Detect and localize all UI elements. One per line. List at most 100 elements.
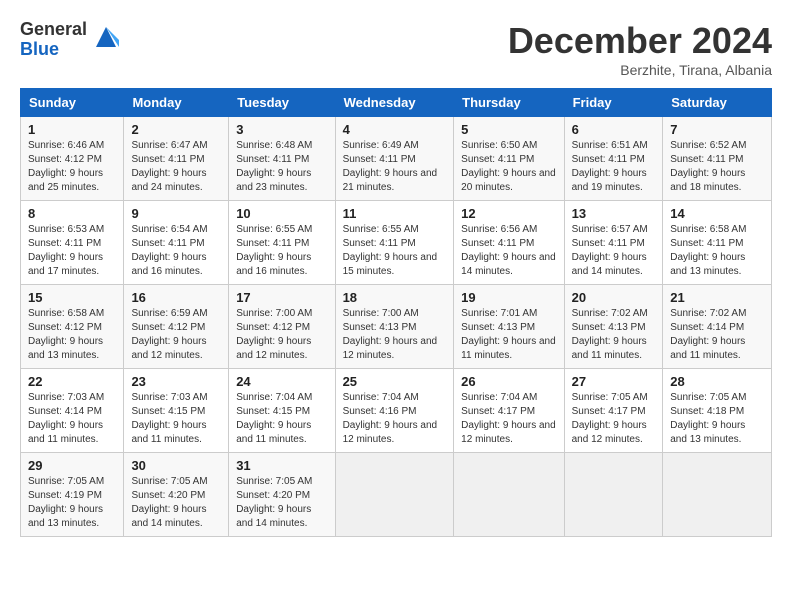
day-number: 27 [572, 374, 656, 389]
day-number: 11 [343, 206, 447, 221]
day-number: 25 [343, 374, 447, 389]
weekday-header: Wednesday [335, 89, 454, 117]
day-info: Sunrise: 6:57 AMSunset: 4:11 PMDaylight:… [572, 224, 648, 277]
day-number: 21 [670, 290, 764, 305]
day-info: Sunrise: 6:54 AMSunset: 4:11 PMDaylight:… [131, 224, 207, 277]
calendar-cell: 23 Sunrise: 7:03 AMSunset: 4:15 PMDaylig… [124, 369, 229, 453]
weekday-header: Monday [124, 89, 229, 117]
calendar-week-row: 8 Sunrise: 6:53 AMSunset: 4:11 PMDayligh… [21, 201, 772, 285]
day-info: Sunrise: 7:04 AMSunset: 4:17 PMDaylight:… [461, 392, 556, 445]
day-info: Sunrise: 6:48 AMSunset: 4:11 PMDaylight:… [236, 140, 312, 193]
day-info: Sunrise: 7:03 AMSunset: 4:15 PMDaylight:… [131, 392, 207, 445]
day-number: 7 [670, 122, 764, 137]
day-info: Sunrise: 6:50 AMSunset: 4:11 PMDaylight:… [461, 140, 556, 193]
day-number: 15 [28, 290, 116, 305]
day-number: 13 [572, 206, 656, 221]
calendar-cell [454, 453, 564, 537]
calendar-cell: 10 Sunrise: 6:55 AMSunset: 4:11 PMDaylig… [229, 201, 335, 285]
calendar-table: SundayMondayTuesdayWednesdayThursdayFrid… [20, 88, 772, 537]
weekday-header-row: SundayMondayTuesdayWednesdayThursdayFrid… [21, 89, 772, 117]
calendar-cell: 30 Sunrise: 7:05 AMSunset: 4:20 PMDaylig… [124, 453, 229, 537]
calendar-cell: 15 Sunrise: 6:58 AMSunset: 4:12 PMDaylig… [21, 285, 124, 369]
logo-icon [91, 22, 121, 52]
day-info: Sunrise: 7:00 AMSunset: 4:13 PMDaylight:… [343, 308, 438, 361]
day-info: Sunrise: 7:04 AMSunset: 4:16 PMDaylight:… [343, 392, 438, 445]
location-subtitle: Berzhite, Tirana, Albania [508, 62, 772, 78]
day-info: Sunrise: 6:58 AMSunset: 4:11 PMDaylight:… [670, 224, 746, 277]
day-number: 8 [28, 206, 116, 221]
title-block: December 2024 Berzhite, Tirana, Albania [508, 20, 772, 78]
day-info: Sunrise: 7:05 AMSunset: 4:17 PMDaylight:… [572, 392, 648, 445]
day-info: Sunrise: 6:47 AMSunset: 4:11 PMDaylight:… [131, 140, 207, 193]
calendar-week-row: 1 Sunrise: 6:46 AMSunset: 4:12 PMDayligh… [21, 117, 772, 201]
day-number: 23 [131, 374, 221, 389]
day-number: 17 [236, 290, 327, 305]
calendar-cell: 21 Sunrise: 7:02 AMSunset: 4:14 PMDaylig… [663, 285, 772, 369]
calendar-cell: 22 Sunrise: 7:03 AMSunset: 4:14 PMDaylig… [21, 369, 124, 453]
day-number: 26 [461, 374, 556, 389]
calendar-cell: 16 Sunrise: 6:59 AMSunset: 4:12 PMDaylig… [124, 285, 229, 369]
calendar-cell: 24 Sunrise: 7:04 AMSunset: 4:15 PMDaylig… [229, 369, 335, 453]
day-info: Sunrise: 6:51 AMSunset: 4:11 PMDaylight:… [572, 140, 648, 193]
calendar-cell: 12 Sunrise: 6:56 AMSunset: 4:11 PMDaylig… [454, 201, 564, 285]
day-number: 18 [343, 290, 447, 305]
day-number: 22 [28, 374, 116, 389]
day-info: Sunrise: 7:01 AMSunset: 4:13 PMDaylight:… [461, 308, 556, 361]
day-number: 5 [461, 122, 556, 137]
day-number: 31 [236, 458, 327, 473]
calendar-cell: 25 Sunrise: 7:04 AMSunset: 4:16 PMDaylig… [335, 369, 454, 453]
day-number: 9 [131, 206, 221, 221]
day-number: 1 [28, 122, 116, 137]
day-info: Sunrise: 6:49 AMSunset: 4:11 PMDaylight:… [343, 140, 438, 193]
calendar-cell: 11 Sunrise: 6:55 AMSunset: 4:11 PMDaylig… [335, 201, 454, 285]
weekday-header: Tuesday [229, 89, 335, 117]
day-number: 14 [670, 206, 764, 221]
weekday-header: Sunday [21, 89, 124, 117]
day-info: Sunrise: 7:00 AMSunset: 4:12 PMDaylight:… [236, 308, 312, 361]
day-info: Sunrise: 6:46 AMSunset: 4:12 PMDaylight:… [28, 140, 104, 193]
day-info: Sunrise: 7:05 AMSunset: 4:19 PMDaylight:… [28, 476, 104, 529]
page-header: General Blue December 2024 Berzhite, Tir… [20, 20, 772, 78]
calendar-cell: 19 Sunrise: 7:01 AMSunset: 4:13 PMDaylig… [454, 285, 564, 369]
day-info: Sunrise: 6:55 AMSunset: 4:11 PMDaylight:… [236, 224, 312, 277]
calendar-cell [663, 453, 772, 537]
calendar-cell [335, 453, 454, 537]
calendar-cell: 6 Sunrise: 6:51 AMSunset: 4:11 PMDayligh… [564, 117, 663, 201]
calendar-cell: 18 Sunrise: 7:00 AMSunset: 4:13 PMDaylig… [335, 285, 454, 369]
day-info: Sunrise: 7:03 AMSunset: 4:14 PMDaylight:… [28, 392, 104, 445]
calendar-cell: 13 Sunrise: 6:57 AMSunset: 4:11 PMDaylig… [564, 201, 663, 285]
day-info: Sunrise: 6:58 AMSunset: 4:12 PMDaylight:… [28, 308, 104, 361]
day-number: 4 [343, 122, 447, 137]
calendar-cell: 7 Sunrise: 6:52 AMSunset: 4:11 PMDayligh… [663, 117, 772, 201]
calendar-week-row: 29 Sunrise: 7:05 AMSunset: 4:19 PMDaylig… [21, 453, 772, 537]
day-number: 24 [236, 374, 327, 389]
day-number: 10 [236, 206, 327, 221]
day-info: Sunrise: 6:56 AMSunset: 4:11 PMDaylight:… [461, 224, 556, 277]
day-info: Sunrise: 6:59 AMSunset: 4:12 PMDaylight:… [131, 308, 207, 361]
calendar-cell: 27 Sunrise: 7:05 AMSunset: 4:17 PMDaylig… [564, 369, 663, 453]
day-number: 16 [131, 290, 221, 305]
day-number: 28 [670, 374, 764, 389]
day-number: 19 [461, 290, 556, 305]
day-number: 20 [572, 290, 656, 305]
day-info: Sunrise: 7:05 AMSunset: 4:20 PMDaylight:… [131, 476, 207, 529]
day-info: Sunrise: 6:55 AMSunset: 4:11 PMDaylight:… [343, 224, 438, 277]
calendar-cell: 9 Sunrise: 6:54 AMSunset: 4:11 PMDayligh… [124, 201, 229, 285]
day-number: 6 [572, 122, 656, 137]
calendar-cell: 1 Sunrise: 6:46 AMSunset: 4:12 PMDayligh… [21, 117, 124, 201]
day-number: 30 [131, 458, 221, 473]
calendar-cell: 20 Sunrise: 7:02 AMSunset: 4:13 PMDaylig… [564, 285, 663, 369]
day-info: Sunrise: 7:05 AMSunset: 4:20 PMDaylight:… [236, 476, 312, 529]
day-info: Sunrise: 6:52 AMSunset: 4:11 PMDaylight:… [670, 140, 746, 193]
day-number: 3 [236, 122, 327, 137]
calendar-cell: 4 Sunrise: 6:49 AMSunset: 4:11 PMDayligh… [335, 117, 454, 201]
calendar-cell: 29 Sunrise: 7:05 AMSunset: 4:19 PMDaylig… [21, 453, 124, 537]
calendar-cell: 2 Sunrise: 6:47 AMSunset: 4:11 PMDayligh… [124, 117, 229, 201]
calendar-cell: 8 Sunrise: 6:53 AMSunset: 4:11 PMDayligh… [21, 201, 124, 285]
logo-general: General [20, 20, 87, 40]
day-number: 2 [131, 122, 221, 137]
day-number: 29 [28, 458, 116, 473]
calendar-cell: 5 Sunrise: 6:50 AMSunset: 4:11 PMDayligh… [454, 117, 564, 201]
weekday-header: Friday [564, 89, 663, 117]
calendar-week-row: 22 Sunrise: 7:03 AMSunset: 4:14 PMDaylig… [21, 369, 772, 453]
